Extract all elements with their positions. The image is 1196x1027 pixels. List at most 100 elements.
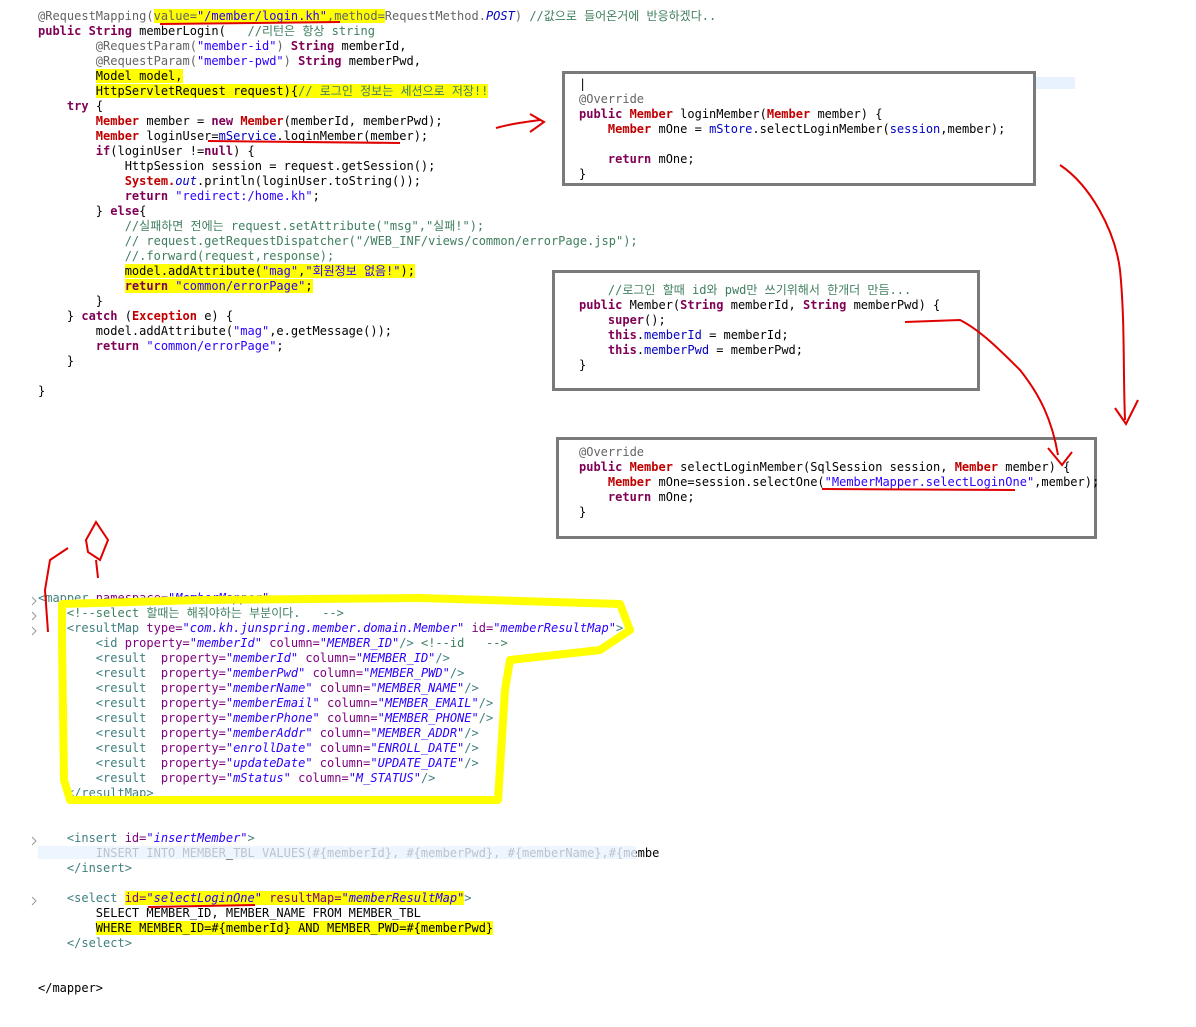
code-token: String — [88, 24, 140, 38]
code-token: /> — [420, 771, 436, 785]
code-token: return — [124, 279, 176, 293]
code-token: namespace= — [95, 591, 169, 605]
code-token: } — [95, 204, 111, 218]
code-token: "common/errorPage" — [146, 339, 277, 353]
code-token: "memberAddr" — [225, 726, 320, 740]
code-line: } — [579, 505, 1099, 520]
service-code-box: | @Override public Member loginMember(Memb… — [562, 71, 1036, 186]
code-token: mOne=session.selectOne( — [658, 475, 825, 489]
code-line: } else{ — [38, 204, 716, 219]
code-token: Member — [629, 107, 681, 121]
fold-marker-4 — [31, 836, 37, 846]
code-line: | — [579, 77, 1005, 92]
code-line: <result property="mStatus" column="M_STA… — [38, 771, 659, 786]
code-token: column= — [269, 636, 320, 650]
code-token: . — [636, 343, 645, 357]
code-token: @Override — [579, 445, 645, 459]
code-token: e) { — [204, 309, 234, 323]
code-line: @Override — [579, 445, 1099, 460]
code-line: public Member loginMember(Member member)… — [579, 107, 1005, 122]
code-token: String — [802, 298, 854, 312]
code-token: "/member/login.kh" — [196, 9, 327, 23]
code-line: //실패하면 전에는 request.setAttribute("msg","실… — [38, 219, 716, 234]
code-token: @RequestMapping( — [38, 9, 154, 23]
code-token: //값으로 들어온거에 반응하겠다.. — [529, 9, 717, 23]
code-token: /> — [449, 666, 465, 680]
code-line: this.memberId = memberId; — [579, 328, 940, 343]
code-token: <result — [95, 741, 161, 755]
code-token: "member-id" — [196, 39, 277, 53]
code-token: Member — [607, 475, 659, 489]
code-token: property= — [160, 756, 226, 770]
code-token: /> — [464, 681, 479, 695]
code-token: null — [204, 144, 234, 158]
code-token: "MemberMapper.selectLoginOne" — [824, 475, 1035, 489]
code-token: <!--select 할때는 해줘야하는 부분이다. --> — [66, 606, 344, 620]
code-token: (); — [644, 313, 666, 327]
code-token: super — [607, 313, 645, 327]
code-token: { — [139, 204, 147, 218]
code-token: { — [95, 99, 104, 113]
code-token: ; — [305, 279, 313, 293]
code-line: //.forward(request,response); — [38, 249, 716, 264]
code-token: member) { — [1005, 460, 1071, 474]
code-token: id= — [471, 621, 494, 635]
code-token: @RequestParam( — [95, 39, 197, 53]
code-token: loginMember( — [680, 107, 767, 121]
code-token: id= — [124, 831, 147, 845]
code-token: "MEMBER_ID" — [355, 651, 436, 665]
code-token: ,member); — [1034, 475, 1100, 489]
code-token: member = — [146, 114, 212, 128]
code-token: = memberPwd; — [716, 343, 803, 357]
code-token: ); — [400, 264, 415, 278]
code-token: <id — [95, 636, 125, 650]
code-token: "memberId" — [225, 651, 306, 665]
code-token: Model model, — [95, 69, 183, 83]
code-line: <result property="memberName" column="ME… — [38, 681, 659, 696]
code-token: String — [680, 298, 731, 312]
code-line: <result property="memberAddr" column="ME… — [38, 726, 659, 741]
code-line: //로그인 할때 id와 pwd만 쓰기위해서 한개더 만듬... — [579, 283, 940, 298]
fold-marker-5 — [31, 896, 37, 906]
code-line: <result property="memberPhone" column="M… — [38, 711, 659, 726]
code-token: "memberPwd" — [225, 666, 313, 680]
code-token: // request.getRequestDispatcher("/WEB_IN… — [124, 234, 638, 248]
code-token: //로그인 할때 id와 pwd만 쓰기위해서 한개더 만듬... — [607, 283, 912, 297]
code-token: WHERE MEMBER_ID=#{memberId} AND MEMBER_P… — [95, 921, 494, 935]
code-token: property= — [160, 681, 226, 695]
code-token: .loginMember(member); — [276, 129, 429, 143]
code-token: selectLoginMember(SqlSession session, — [680, 460, 955, 474]
code-line: <result property="memberPwd" column="MEM… — [38, 666, 659, 681]
code-token: "memberPhone" — [225, 711, 328, 725]
code-line: <result property="memberId" column="MEMB… — [38, 651, 659, 666]
code-token: memberPwd, — [348, 54, 421, 68]
code-token: value= — [153, 9, 197, 23]
code-token: //실패하면 전에는 request.setAttribute("msg","실… — [124, 219, 485, 233]
service-code: | @Override public Member loginMember(Memb… — [579, 77, 1005, 182]
code-line: <resultMap type="com.kh.junspring.member… — [38, 621, 659, 636]
code-token: column= — [298, 771, 349, 785]
code-token: model.addAttribute( — [95, 324, 234, 338]
code-token: this — [607, 328, 637, 342]
code-line: WHERE MEMBER_ID=#{memberId} AND MEMBER_P… — [38, 921, 659, 936]
code-token: "enrollDate" — [225, 741, 320, 755]
code-token: "insertMember" — [146, 831, 248, 845]
